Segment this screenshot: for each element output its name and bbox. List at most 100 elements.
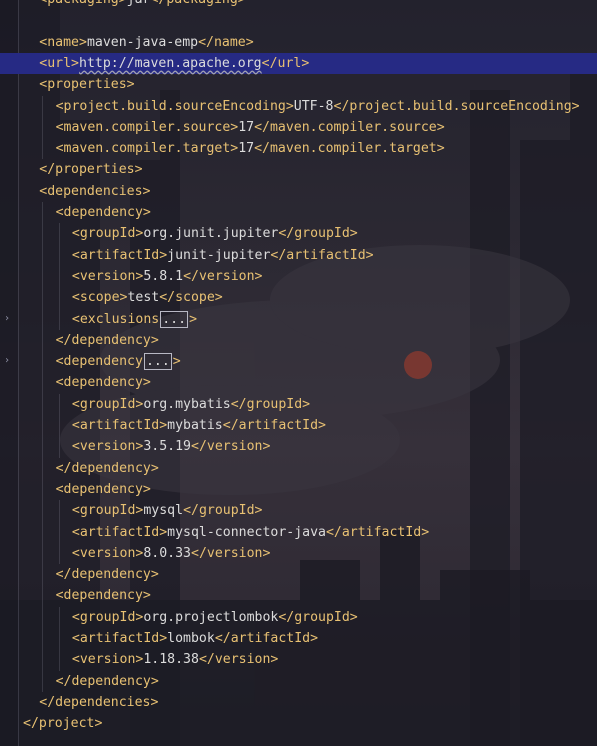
xml-value: mysql [143,503,184,519]
xml-tag: <version> [71,545,144,561]
code-editor[interactable]: <packaging>jar</packaging> <name>maven-ja… [0,0,597,746]
xml-tag: <scope> [71,290,128,306]
xml-tag: </maven.compiler.source> [254,119,445,135]
code-line[interactable]: <groupId>org.junit.jupiter</groupId> [0,223,597,244]
xml-tag: <url> [39,55,79,71]
xml-tag: </project> [23,716,103,732]
xml-tag: </artifactId> [222,418,326,433]
xml-tag: </version> [191,439,271,455]
xml-value: mybatis [167,418,223,433]
xml-tag: </properties> [39,162,143,178]
code-line[interactable]: <groupId>mysql</groupId> [0,500,597,521]
code-line[interactable]: </properties> [0,159,597,180]
code-line[interactable]: </dependency> [0,458,597,479]
code-line[interactable]: <maven.compiler.source>17</maven.compile… [0,117,597,138]
xml-tag: <artifactId> [71,418,168,433]
xml-value: 5.8.1 [143,268,184,284]
xml-value: org.projectlombok [143,609,279,625]
xml-tag: <dependency> [55,375,151,391]
xml-tag: <dependencies> [39,183,151,199]
xml-tag: </url> [261,55,310,71]
xml-tag: <dependency> [55,588,151,604]
xml-tag: <groupId> [71,503,144,519]
xml-tag: </dependency> [55,567,159,583]
chevron-right-icon[interactable]: › [4,355,14,367]
xml-tag: </maven.compiler.target> [254,141,445,157]
code-line[interactable]: <dependencies> [0,181,597,202]
code-line[interactable]: <scope>test</scope> [0,287,597,308]
xml-tag: </artifactId> [325,524,430,540]
xml-tag: </version> [198,652,279,668]
indent-guide [58,606,60,671]
code-line[interactable]: <artifactId>junit-jupiter</artifactId> [0,245,597,266]
collapsed-region-button[interactable]: ... [160,310,189,328]
xml-value: 17 [238,119,255,135]
xml-value: jar [127,0,151,7]
code-line[interactable]: </dependency> [0,671,597,692]
code-line[interactable]: <dependency> [0,585,597,606]
code-line[interactable]: <properties> [0,74,597,95]
code-line[interactable]: <groupId>org.projectlombok</groupId> [0,607,597,628]
code-line[interactable]: <dependency... > [0,351,597,372]
xml-tag: </artifactId> [214,631,319,646]
xml-value: 17 [238,141,255,157]
xml-tag: <artifactId> [71,631,168,646]
xml-value: UTF-8 [293,98,334,114]
code-line[interactable]: <exclusions... > [0,309,597,330]
url-value: http://maven.apache.org [79,55,262,71]
xml-tag: </dependency> [55,332,159,348]
xml-tag: <exclusions [71,311,160,327]
code-line[interactable]: <artifactId>mysql-connector-java</artifa… [0,522,597,543]
code-line[interactable]: <dependency> [0,479,597,500]
xml-value: maven-java-emp [86,34,199,50]
indent-guide [42,95,44,160]
code-line[interactable]: <artifactId>mybatis</artifactId> [0,415,597,436]
code-line-current[interactable]: <url>http://maven.apache.org</url> [0,52,597,74]
xml-value: org.mybatis [143,396,231,412]
indent-guide [58,500,60,565]
code-line[interactable]: <version>3.5.19</version> [0,436,597,457]
code-line[interactable]: <dependency> [0,202,597,223]
xml-tag: > [189,311,198,327]
code-line[interactable]: </dependency> [0,564,597,585]
code-line[interactable]: <name>maven-java-emp</name> [0,32,597,53]
xml-tag: <groupId> [71,226,144,242]
xml-tag: <maven.compiler.source> [55,119,239,135]
code-line[interactable]: <version>1.18.38</version> [0,649,597,670]
code-line[interactable]: </dependencies> [0,692,597,713]
xml-tag: <dependency> [55,481,151,497]
xml-tag: </dependency> [55,673,159,689]
code-line[interactable]: <project.build.sourceEncoding>UTF-8</pro… [0,96,597,117]
chevron-right-icon[interactable]: › [4,313,14,325]
code-line[interactable]: <dependency> [0,372,597,393]
xml-tag: <version> [71,439,144,455]
code-line[interactable]: <artifactId>lombok</artifactId> [0,628,597,649]
indent-guide [58,223,60,330]
xml-tag: <groupId> [71,396,144,412]
collapsed-region-button[interactable]: ... [143,353,172,371]
xml-tag: <artifactId> [71,524,168,540]
xml-tag: </packaging> [150,0,245,7]
code-line[interactable]: </project> [0,713,597,734]
indent-guide [58,393,60,458]
xml-tag: <dependency [55,354,143,370]
code-line[interactable]: <packaging>jar</packaging> [0,0,597,10]
xml-tag: <version> [71,268,144,284]
code-line[interactable]: <maven.compiler.target>17</maven.compile… [0,138,597,159]
xml-value: lombok [167,631,215,646]
xml-tag: <maven.compiler.target> [55,141,239,157]
code-line[interactable]: <groupId>org.mybatis</groupId> [0,394,597,415]
xml-value: 3.5.19 [143,439,191,455]
xml-tag: </groupId> [183,503,263,519]
code-line[interactable] [0,10,597,31]
xml-tag: </name> [198,34,254,50]
xml-tag: <version> [71,652,144,668]
xml-tag: </version> [191,545,271,561]
code-line[interactable]: <version>8.0.33</version> [0,543,597,564]
xml-tag: </groupId> [278,226,358,242]
code-line[interactable]: </dependency> [0,330,597,351]
xml-tag: </dependencies> [39,694,159,710]
code-line[interactable]: <version>5.8.1</version> [0,266,597,287]
xml-value: org.junit.jupiter [143,226,279,242]
xml-tag: </version> [183,268,263,284]
